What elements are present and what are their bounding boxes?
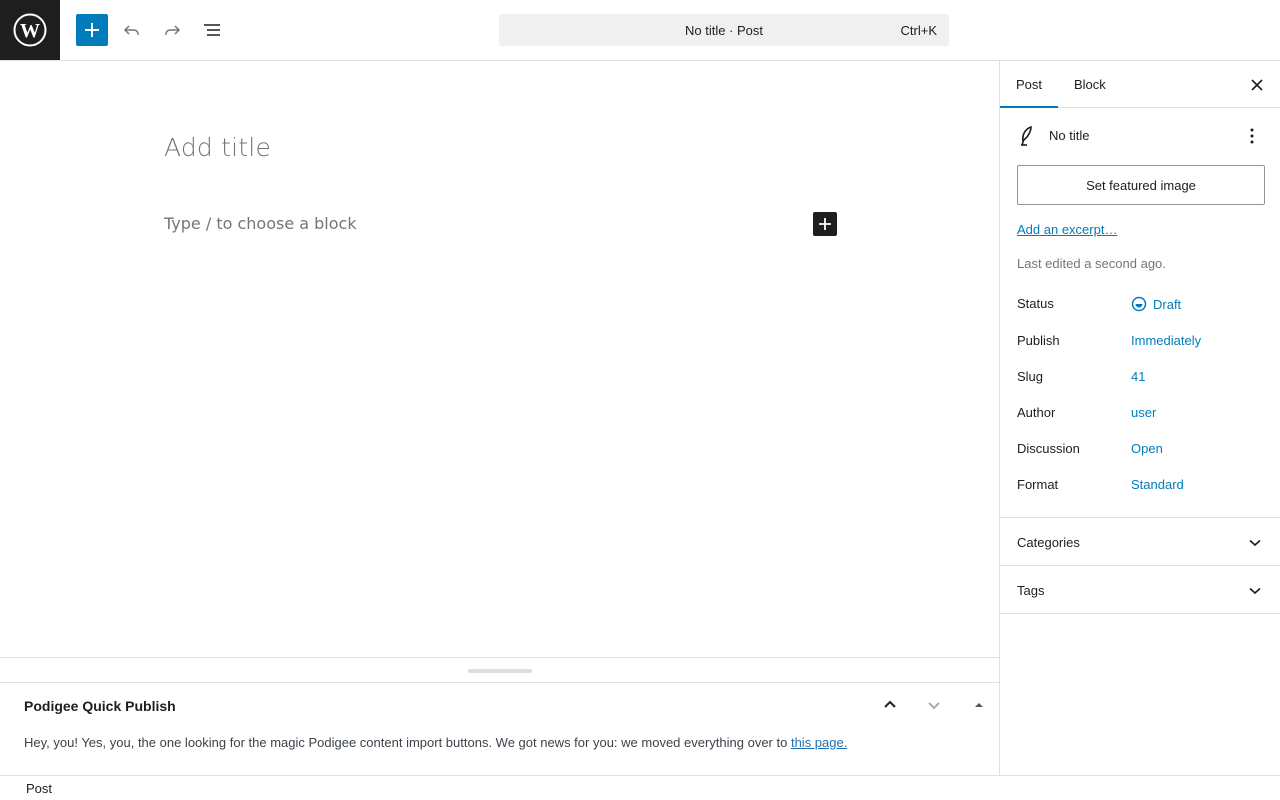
plus-icon (85, 23, 99, 37)
discussion-row: Discussion Open (1017, 439, 1265, 459)
redo-icon (165, 25, 181, 35)
slug-value[interactable]: 41 (1131, 369, 1145, 384)
discussion-label: Discussion (1017, 441, 1080, 456)
last-edited-text: Last edited a second ago. (1017, 256, 1166, 271)
svg-text:W: W (20, 20, 40, 42)
categories-panel-title: Categories (1017, 535, 1080, 550)
move-down-button[interactable] (920, 691, 948, 719)
undo-button[interactable] (116, 14, 148, 46)
post-title-input[interactable]: Add title (164, 133, 271, 162)
set-featured-image-button[interactable]: Set featured image (1017, 165, 1265, 205)
close-sidebar-button[interactable] (1245, 73, 1269, 97)
add-block-button[interactable] (813, 212, 837, 236)
tags-panel[interactable]: Tags (1000, 566, 1280, 614)
tab-block[interactable]: Block (1058, 61, 1122, 108)
plus-icon (819, 218, 831, 230)
slug-row: Slug 41 (1017, 367, 1265, 387)
document-overview-button[interactable] (196, 14, 228, 46)
keyboard-shortcut: Ctrl+K (900, 23, 937, 38)
default-block-appender[interactable]: Type / to choose a block (164, 214, 357, 233)
author-label: Author (1017, 405, 1056, 420)
status-row: Status Draft (1017, 294, 1265, 314)
settings-sidebar: Post Block No title Set featured image A… (999, 61, 1280, 775)
tags-panel-title: Tags (1017, 583, 1045, 598)
status-label: Status (1017, 296, 1054, 311)
editor-canvas: Add title Type / to choose a block (0, 61, 999, 657)
block-inserter-button[interactable] (76, 14, 108, 46)
author-value[interactable]: user (1131, 405, 1156, 420)
metabox-message: Hey, you! Yes, you, the one looking for … (24, 735, 848, 750)
chevron-down-icon (1245, 581, 1265, 601)
editor-header: W No title · Post Ctrl+K (0, 0, 1280, 61)
document-title: No title · Post (684, 22, 764, 38)
post-summary: No title Set featured image Add an excer… (1000, 108, 1280, 518)
resize-handle[interactable] (468, 669, 532, 673)
status-value[interactable]: Draft (1131, 296, 1181, 312)
post-actions-button[interactable] (1240, 124, 1264, 148)
close-icon (1251, 79, 1263, 91)
publish-row: Publish Immediately (1017, 331, 1265, 351)
add-excerpt-link[interactable]: Add an excerpt… (1017, 222, 1117, 237)
move-up-button[interactable] (876, 691, 904, 719)
categories-panel[interactable]: Categories (1000, 518, 1280, 566)
command-palette-button[interactable]: No title · Post Ctrl+K (499, 14, 949, 46)
chevron-up-icon (884, 700, 896, 708)
wordpress-logo-icon[interactable]: W (0, 0, 60, 60)
editor-footer: Post (0, 775, 1280, 800)
redo-button[interactable] (156, 14, 188, 46)
format-value[interactable]: Standard (1131, 477, 1184, 492)
breadcrumb[interactable]: Post (26, 781, 52, 796)
tab-post[interactable]: Post (1000, 61, 1059, 108)
metabox-title: Podigee Quick Publish (24, 698, 176, 714)
this-page-link[interactable]: this page. (791, 735, 847, 750)
more-vertical-icon (1250, 128, 1254, 144)
post-icon (1017, 125, 1037, 152)
format-row: Format Standard (1017, 475, 1265, 495)
author-row: Author user (1017, 403, 1265, 423)
list-view-icon (204, 24, 220, 36)
sidebar-tabs: Post Block (1000, 61, 1280, 108)
format-label: Format (1017, 477, 1059, 492)
undo-icon (123, 25, 139, 35)
chevron-down-icon (928, 702, 940, 710)
slug-label: Slug (1017, 369, 1044, 384)
discussion-value[interactable]: Open (1131, 441, 1163, 456)
triangle-up-icon (975, 703, 983, 707)
metabox-resize-bar (0, 657, 999, 683)
publish-value[interactable]: Immediately (1131, 333, 1201, 348)
draft-status-icon (1131, 296, 1147, 312)
post-card-title: No title (1049, 128, 1090, 143)
publish-label: Publish (1017, 333, 1060, 348)
chevron-down-icon (1245, 533, 1265, 553)
toggle-panel-button[interactable] (965, 691, 993, 719)
podigee-metabox: Podigee Quick Publish Hey, you! Yes, you… (0, 683, 999, 775)
